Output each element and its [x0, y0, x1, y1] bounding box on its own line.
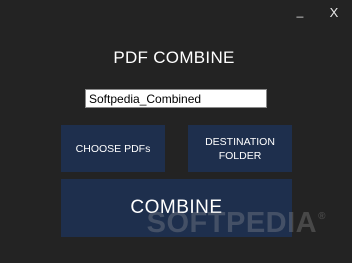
- close-button[interactable]: X: [326, 4, 342, 22]
- destination-folder-button[interactable]: DESTINATION FOLDER: [188, 125, 292, 172]
- app-window: _ X PDF COMBINE CHOOSE PDFs DESTINATION …: [0, 0, 352, 263]
- choose-pdfs-button[interactable]: CHOOSE PDFs: [61, 125, 165, 172]
- output-filename-input[interactable]: [85, 89, 267, 108]
- registered-mark: ®: [318, 211, 326, 222]
- combine-button[interactable]: COMBINE: [61, 179, 292, 237]
- page-title: PDF COMBINE: [113, 48, 235, 67]
- minimize-button[interactable]: _: [292, 2, 308, 20]
